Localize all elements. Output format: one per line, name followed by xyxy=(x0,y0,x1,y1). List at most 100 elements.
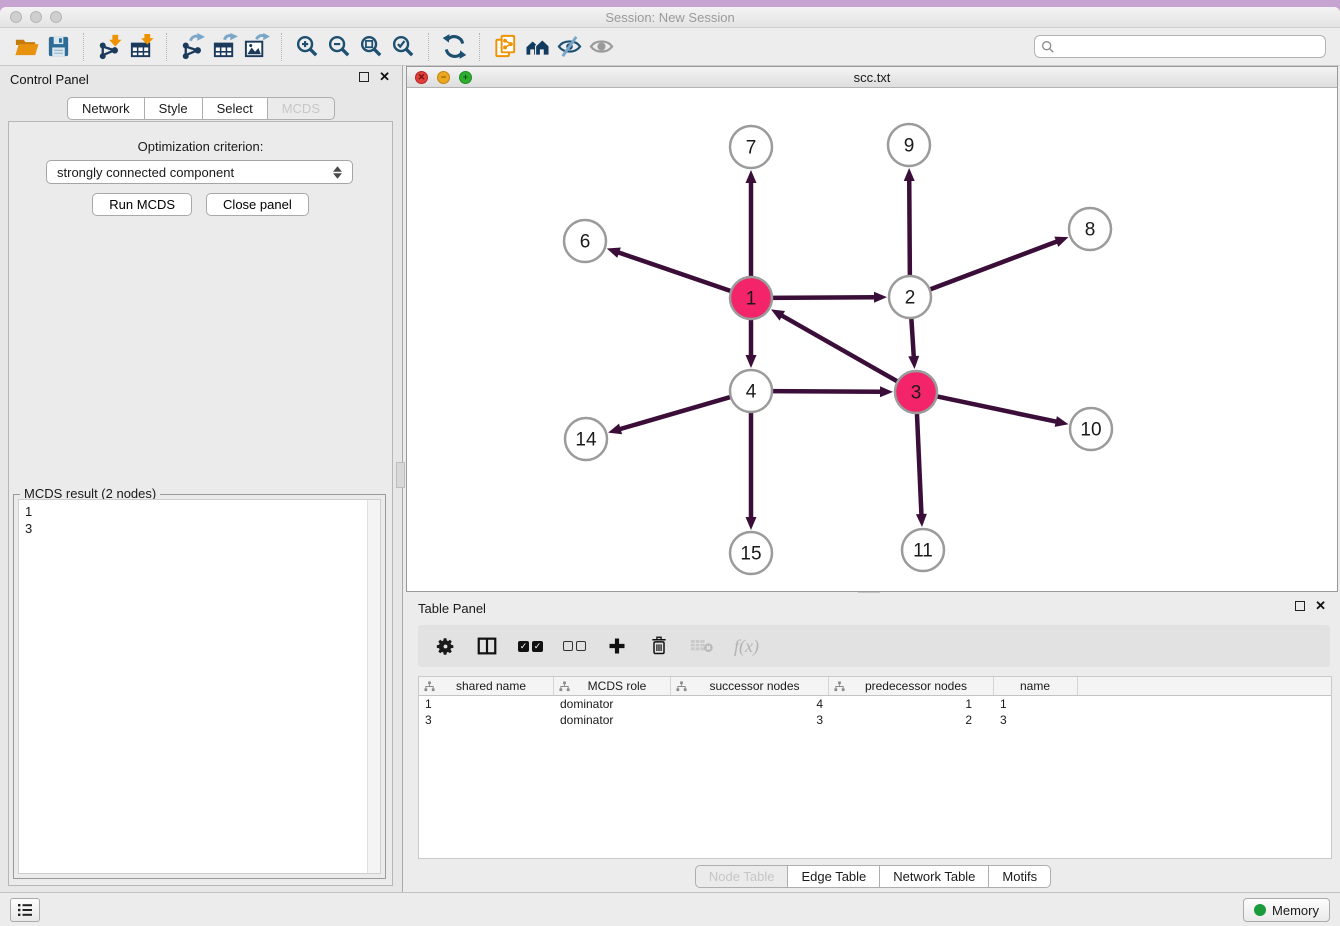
column-type-icon xyxy=(834,681,845,692)
close-panel-icon[interactable]: ✕ xyxy=(379,72,390,82)
float-table-panel-icon[interactable] xyxy=(1295,601,1305,611)
result-scrollbar[interactable] xyxy=(367,500,380,873)
optimization-criterion-select[interactable]: strongly connected component xyxy=(46,160,353,184)
graph-edge-1-2[interactable] xyxy=(769,297,876,298)
mcds-result-area[interactable]: 1 3 xyxy=(18,499,381,874)
tab-network[interactable]: Network xyxy=(67,97,145,120)
toolbar-separator xyxy=(479,33,480,61)
window-title: Session: New Session xyxy=(0,10,1340,25)
graph-edge-3-10[interactable] xyxy=(934,396,1058,422)
vertical-divider-grip[interactable] xyxy=(396,462,405,488)
column-header-shared-name[interactable]: shared name xyxy=(419,677,554,695)
tab-edge-table[interactable]: Edge Table xyxy=(787,865,880,888)
network-window-title: scc.txt xyxy=(407,70,1337,85)
table-panel-title: Table Panel xyxy=(418,601,486,616)
float-panel-icon[interactable] xyxy=(359,72,369,82)
mcds-result-group: MCDS result (2 nodes) 1 3 xyxy=(13,494,386,879)
import-table-icon[interactable] xyxy=(125,31,157,63)
column-header-predecessor-nodes[interactable]: predecessor nodes xyxy=(829,677,994,695)
table-body: 1dominator4113dominator323 xyxy=(419,696,1331,728)
table-cell: 1 xyxy=(829,696,994,712)
close-table-panel-icon[interactable]: ✕ xyxy=(1315,601,1326,611)
mcds-result-text: 1 3 xyxy=(19,500,366,873)
add-column-icon[interactable] xyxy=(606,633,628,659)
export-network-icon[interactable] xyxy=(176,31,208,63)
tab-select[interactable]: Select xyxy=(202,97,268,120)
graph-node-label: 6 xyxy=(580,232,591,253)
optimization-criterion-label: Optimization criterion: xyxy=(9,139,392,154)
dropdown-stepper-icon xyxy=(333,166,342,179)
apply-function-icon[interactable]: f(x) xyxy=(734,633,759,659)
graph-edge-arrow xyxy=(1055,416,1069,427)
graph-edge-1-6[interactable] xyxy=(617,252,734,292)
toolbar-separator xyxy=(166,33,167,61)
graph-node-label: 1 xyxy=(746,289,757,310)
table-cell: 3 xyxy=(994,712,1078,728)
graph-edge-arrow xyxy=(904,168,915,181)
graph-node-label: 7 xyxy=(746,138,757,159)
tab-mcds[interactable]: MCDS xyxy=(267,97,335,120)
export-image-icon[interactable] xyxy=(240,31,272,63)
split-view-icon[interactable] xyxy=(476,633,498,659)
list-icon xyxy=(17,903,33,917)
graph-edge-arrow xyxy=(746,170,757,183)
graph-edge-2-9[interactable] xyxy=(909,179,910,279)
run-mcds-button[interactable]: Run MCDS xyxy=(92,193,192,216)
apply-layout-icon[interactable] xyxy=(438,31,470,63)
graph-edge-4-14[interactable] xyxy=(619,396,734,429)
graph-edge-3-1[interactable] xyxy=(781,315,901,383)
table-row[interactable]: 1dominator411 xyxy=(419,696,1331,712)
first-neighbors-icon[interactable] xyxy=(521,31,553,63)
export-table-icon[interactable] xyxy=(208,31,240,63)
delete-column-icon[interactable] xyxy=(648,633,670,659)
titlebar: Session: New Session xyxy=(0,7,1340,28)
deselect-all-columns-icon[interactable] xyxy=(563,633,586,659)
graph-node-label: 4 xyxy=(746,382,757,403)
graph-edge-2-8[interactable] xyxy=(927,241,1058,291)
search-icon xyxy=(1041,40,1055,54)
hide-selected-icon[interactable] xyxy=(553,31,585,63)
table-row[interactable]: 3dominator323 xyxy=(419,712,1331,728)
graph-node-label: 9 xyxy=(904,136,915,157)
network-canvas[interactable]: 7968124314101511 xyxy=(407,89,1337,592)
column-type-icon xyxy=(676,681,687,692)
show-all-icon[interactable] xyxy=(585,31,617,63)
graph-edge-2-3[interactable] xyxy=(911,315,914,358)
graph-node-label: 14 xyxy=(575,430,597,451)
column-header-successor-nodes[interactable]: successor nodes xyxy=(671,677,829,695)
open-session-icon[interactable] xyxy=(10,31,42,63)
save-session-icon[interactable] xyxy=(42,31,74,63)
search-input[interactable] xyxy=(1059,40,1319,54)
zoom-out-icon[interactable] xyxy=(323,31,355,63)
graph-edge-arrow xyxy=(916,514,927,527)
select-all-columns-icon[interactable]: ✓✓ xyxy=(518,633,543,659)
table-cell: dominator xyxy=(554,712,671,728)
tab-network-table[interactable]: Network Table xyxy=(879,865,989,888)
table-cell: 1 xyxy=(419,696,554,712)
zoom-fit-icon[interactable] xyxy=(355,31,387,63)
table-settings-icon[interactable] xyxy=(434,633,456,659)
column-header-label: predecessor nodes xyxy=(845,679,993,693)
zoom-selected-icon[interactable] xyxy=(387,31,419,63)
column-header-label: name xyxy=(999,679,1077,693)
import-network-icon[interactable] xyxy=(93,31,125,63)
search-box xyxy=(1034,35,1326,58)
tab-style[interactable]: Style xyxy=(144,97,203,120)
new-network-from-selection-icon[interactable] xyxy=(489,31,521,63)
delete-table-icon[interactable] xyxy=(690,633,714,659)
memory-label: Memory xyxy=(1272,903,1319,918)
column-header-MCDS-role[interactable]: MCDS role xyxy=(554,677,671,695)
table-toolbar: ✓✓ f(x) xyxy=(418,625,1330,667)
tab-node-table[interactable]: Node Table xyxy=(695,865,789,888)
memory-status-icon xyxy=(1254,904,1266,916)
memory-button[interactable]: Memory xyxy=(1243,898,1330,922)
graph-edge-4-3[interactable] xyxy=(769,391,882,392)
column-header-name[interactable]: name xyxy=(994,677,1078,695)
task-history-button[interactable] xyxy=(10,898,40,922)
zoom-in-icon[interactable] xyxy=(291,31,323,63)
close-panel-button[interactable]: Close panel xyxy=(206,193,309,216)
graph-edge-3-11[interactable] xyxy=(917,410,922,516)
graph-edge-arrow xyxy=(880,386,893,397)
main-toolbar xyxy=(0,28,1340,66)
tab-motifs[interactable]: Motifs xyxy=(988,865,1051,888)
